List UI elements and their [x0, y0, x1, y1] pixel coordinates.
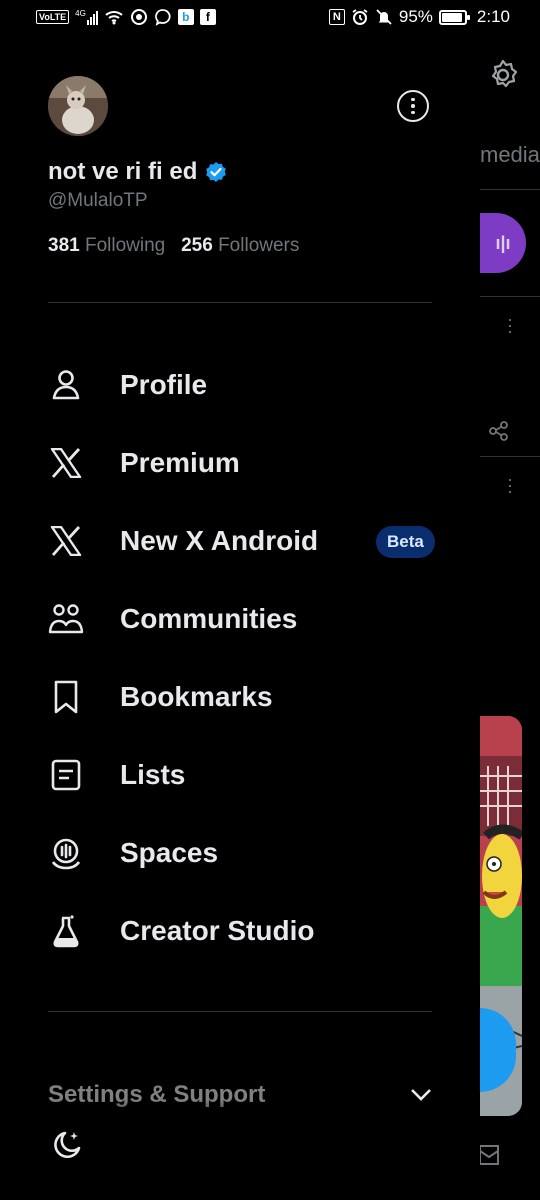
- wifi-icon: [105, 11, 123, 25]
- clock: 2:10: [476, 7, 510, 26]
- background-tab-media[interactable]: media: [480, 142, 540, 168]
- account-options-button[interactable]: [397, 90, 429, 122]
- menu-item-lists[interactable]: Lists: [0, 736, 480, 814]
- communities-icon: [48, 601, 84, 637]
- menu-item-label: New X Android: [120, 525, 319, 556]
- menu-item-label: Communities: [120, 603, 298, 634]
- following-count: 381: [48, 235, 80, 256]
- divider: [48, 1011, 432, 1012]
- share-icon[interactable]: [488, 420, 510, 442]
- bing-icon: b: [177, 9, 194, 25]
- navigation-drawer: not ve ri fi ed @MulaloTP 381 Following …: [0, 0, 480, 1200]
- nfc-icon: N: [328, 9, 345, 25]
- followers-link[interactable]: 256 Followers: [181, 235, 299, 256]
- menu-item-premium[interactable]: Premium: [0, 424, 480, 502]
- background-divider: [480, 296, 540, 297]
- followers-label: Followers: [218, 235, 300, 256]
- spaces-icon: [48, 835, 84, 871]
- menu-item-label: Lists: [120, 759, 186, 790]
- bookmark-icon: [48, 679, 84, 715]
- drawer-menu: Profile Premium New X Android Beta Commu…: [0, 346, 480, 970]
- avatar[interactable]: [48, 76, 108, 136]
- handle: @MulaloTP: [48, 190, 148, 211]
- settings-gear-icon[interactable]: [486, 58, 520, 92]
- whatsapp-icon: [130, 9, 147, 25]
- list-icon: [48, 757, 84, 793]
- avatar-image: [48, 76, 108, 136]
- status-right: N 95% 2:10: [328, 7, 510, 27]
- network-type: 4G: [75, 9, 86, 18]
- mute-bell-icon: [376, 9, 392, 25]
- x-logo-icon: [48, 445, 84, 481]
- display-name-text: not ve ri fi ed: [48, 158, 198, 185]
- menu-item-communities[interactable]: Communities: [0, 580, 480, 658]
- person-icon: [48, 367, 84, 403]
- menu-item-label: Creator Studio: [120, 915, 315, 946]
- follow-stats: 381 Following 256 Followers: [48, 235, 299, 257]
- creator-studio-icon: [48, 913, 84, 949]
- background-divider: [480, 189, 540, 190]
- background-divider: [480, 456, 540, 457]
- following-label: Following: [84, 235, 166, 256]
- dot-icon: [411, 104, 415, 108]
- verified-badge-icon: [206, 162, 227, 182]
- dot-icon: [411, 110, 415, 115]
- menu-item-profile[interactable]: Profile: [0, 346, 480, 424]
- menu-item-bookmarks[interactable]: Bookmarks: [0, 658, 480, 736]
- menu-item-new-x-android[interactable]: New X Android Beta: [0, 502, 480, 580]
- background-more-icon[interactable]: · · ·: [506, 310, 514, 340]
- menu-item-label: Profile: [120, 369, 208, 400]
- beta-badge: Beta: [376, 526, 435, 558]
- display-name[interactable]: not ve ri fi ed: [48, 158, 227, 186]
- dark-mode-moon-icon[interactable]: [48, 1128, 84, 1164]
- divider: [48, 302, 432, 303]
- menu-item-spaces[interactable]: Spaces: [0, 814, 480, 892]
- following-link[interactable]: 381 Following: [48, 235, 165, 256]
- battery-icon: [438, 9, 470, 25]
- x-logo-icon: [48, 523, 84, 559]
- volte-indicator: VoLTE: [36, 10, 70, 24]
- background-more-icon[interactable]: · · ·: [506, 470, 514, 500]
- menu-item-creator-studio[interactable]: Creator Studio: [0, 892, 480, 970]
- followers-count: 256: [181, 235, 213, 256]
- facebook-icon: f: [199, 9, 216, 25]
- status-left: VoLTE 4G b f: [36, 8, 216, 26]
- menu-item-label: Bookmarks: [120, 681, 273, 712]
- dot-icon: [411, 97, 415, 102]
- menu-item-label: Spaces: [120, 837, 219, 868]
- messenger-icon: [154, 9, 171, 26]
- alarm-icon: [352, 9, 368, 25]
- signal-icon: 4G: [75, 9, 98, 25]
- status-bar: VoLTE 4G b f N 95% 2:10: [0, 0, 540, 34]
- battery-percent: 95%: [398, 7, 433, 26]
- menu-item-label: Premium: [120, 447, 240, 478]
